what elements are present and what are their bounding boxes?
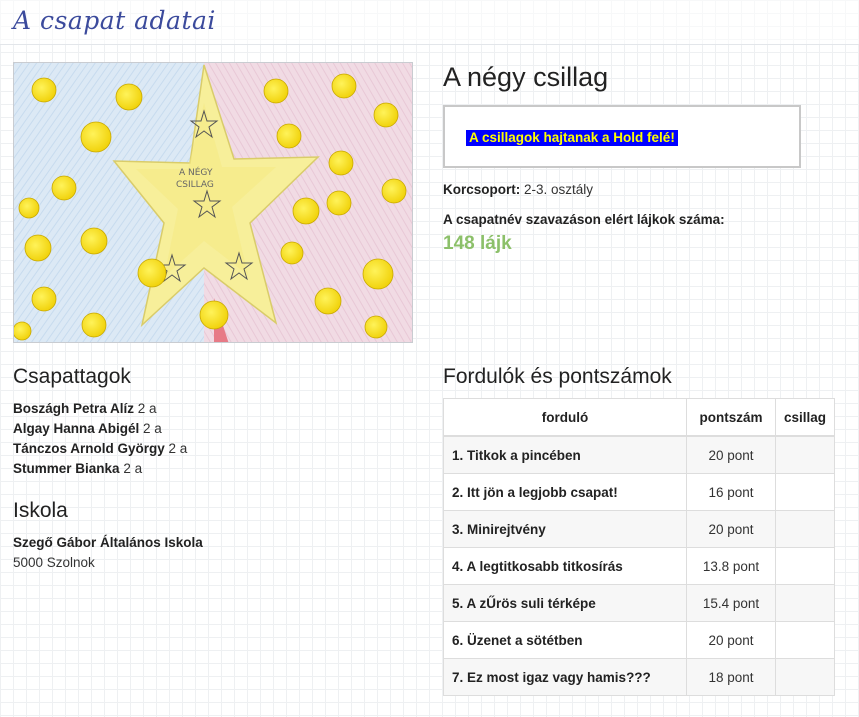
member-item: Stummer Bianka 2 a	[13, 461, 142, 476]
table-row: 6. Üzenet a sötétben 20 pont	[443, 621, 836, 659]
round-star	[774, 621, 836, 659]
likes-label: A csapatnév szavazáson elért lájkok szám…	[443, 212, 725, 227]
table-row: 1. Titkok a pincében 20 pont	[443, 435, 836, 474]
round-points: 15.4 pont	[686, 584, 776, 622]
likes-label-text: A csapatnév szavazáson elért lájkok szám…	[443, 212, 725, 227]
round-star	[774, 658, 836, 696]
member-name: Tánczos Arnold György	[13, 441, 165, 456]
round-points: 20 pont	[686, 621, 776, 659]
round-name: 2. Itt jön a legjobb csapat!	[443, 473, 687, 511]
member-name: Boszágh Petra Alíz	[13, 401, 135, 416]
round-name: 6. Üzenet a sötétben	[443, 621, 687, 659]
round-name: 1. Titkok a pincében	[443, 435, 687, 474]
team-drawing-image: A NÉGY CSILLAG	[14, 63, 412, 342]
round-star	[774, 435, 836, 474]
round-name: 3. Minirejtvény	[443, 510, 687, 548]
member-item: Algay Hanna Abigél 2 a	[13, 421, 162, 436]
member-item: Tánczos Arnold György 2 a	[13, 441, 187, 456]
round-star	[774, 584, 836, 622]
age-group-label: Korcsoport:	[443, 182, 521, 197]
round-name: 5. A zŰrös suli térképe	[443, 584, 687, 622]
likes-count: 148 lájk	[443, 233, 512, 254]
round-points: 13.8 pont	[686, 547, 776, 585]
table-row: 7. Ez most igaz vagy hamis??? 18 pont	[443, 658, 836, 696]
col-header-star: csillag	[774, 398, 836, 437]
school-heading: Iskola	[13, 499, 68, 522]
col-header-points: pontszám	[686, 398, 776, 437]
round-star	[774, 473, 836, 511]
rounds-table: forduló pontszám csillag 1. Titkok a pin…	[443, 398, 836, 696]
round-points: 18 pont	[686, 658, 776, 696]
team-drawing: A NÉGY CSILLAG	[13, 62, 413, 343]
col-header-round: forduló	[443, 398, 687, 437]
table-row: 5. A zŰrös suli térképe 15.4 pont	[443, 584, 836, 622]
team-name: A négy csillag	[443, 62, 609, 92]
members-heading: Csapattagok	[13, 365, 131, 388]
drawing-caption-line1: A NÉGY	[179, 166, 213, 178]
member-grade: 2 a	[168, 441, 188, 456]
round-name: 7. Ez most igaz vagy hamis???	[443, 658, 687, 696]
age-group-value: 2-3. osztály	[524, 182, 594, 197]
member-item: Boszágh Petra Alíz 2 a	[13, 401, 157, 416]
round-name: 4. A legtitkosabb titkosírás	[443, 547, 687, 585]
round-star	[774, 547, 836, 585]
table-row: 2. Itt jön a legjobb csapat! 16 pont	[443, 473, 836, 511]
rounds-heading: Fordulók és pontszámok	[443, 365, 672, 388]
header-band: A csapat adatai	[0, 0, 859, 45]
rounds-header-row: forduló pontszám csillag	[443, 398, 836, 437]
round-points: 16 pont	[686, 473, 776, 511]
age-group: Korcsoport: 2-3. osztály	[443, 182, 593, 197]
table-row: 3. Minirejtvény 20 pont	[443, 510, 836, 548]
school-name: Szegő Gábor Általános Iskola	[13, 535, 203, 550]
table-row: 4. A legtitkosabb titkosírás 13.8 pont	[443, 547, 836, 585]
member-grade: 2 a	[143, 421, 162, 436]
page-title: A csapat adatai	[13, 6, 216, 35]
page: A csapat adatai A NÉGY CSILLAG A négy cs…	[0, 0, 859, 717]
team-motto: A csillagok hajtanak a Hold felé!	[466, 130, 678, 146]
member-name: Stummer Bianka	[13, 461, 120, 476]
member-grade: 2 a	[137, 401, 157, 416]
round-points: 20 pont	[686, 510, 776, 548]
member-name: Algay Hanna Abigél	[13, 421, 140, 436]
member-grade: 2 a	[123, 461, 143, 476]
round-star	[774, 510, 836, 548]
drawing-caption-line2: CSILLAG	[176, 180, 214, 190]
round-points: 20 pont	[686, 435, 776, 474]
motto-box: A csillagok hajtanak a Hold felé!	[443, 105, 801, 168]
school-address: 5000 Szolnok	[13, 555, 95, 570]
